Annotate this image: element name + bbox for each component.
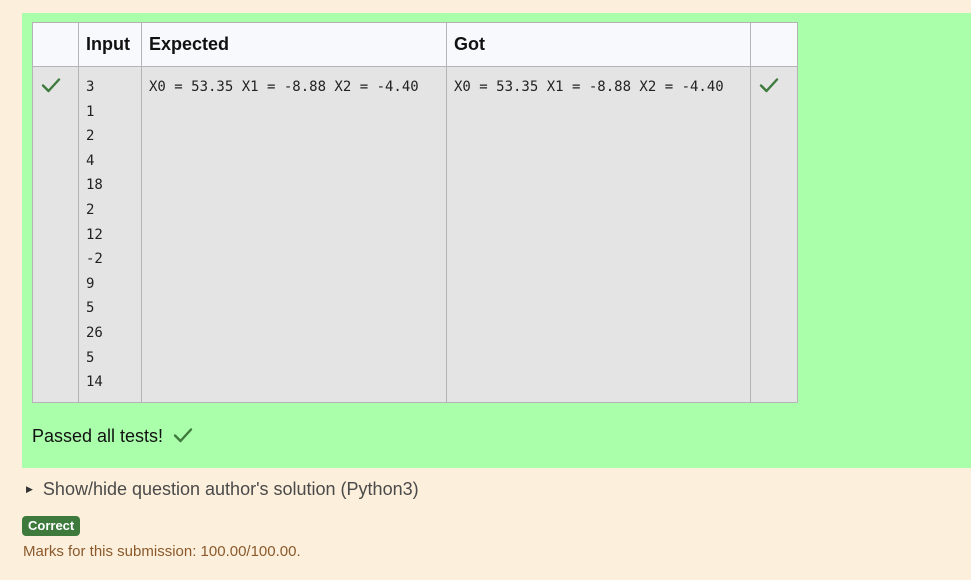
input-lines: 3 1 2 4 18 2 12 -2 9 5 26 5 14 — [79, 67, 141, 399]
input-line: 2 — [86, 201, 95, 218]
input-line: 14 — [86, 374, 103, 391]
input-line: 9 — [86, 275, 95, 292]
input-line: 3 — [86, 79, 95, 95]
input-line: 4 — [86, 152, 95, 169]
input-line: 12 — [86, 226, 103, 243]
header-expected: Expected — [141, 22, 447, 67]
table-row: 3 1 2 4 18 2 12 -2 9 5 26 5 14 X0 = 53.35 X1 = -8.88… — [32, 66, 798, 403]
triangle-right-icon: ▶ — [26, 484, 33, 494]
input-line: 18 — [86, 177, 103, 194]
header-status-2 — [750, 22, 798, 67]
input-line: 2 — [86, 128, 95, 145]
input-line: 5 — [86, 349, 95, 366]
header-status — [32, 22, 79, 67]
solution-toggle[interactable]: ▶ Show/hide question author's solution (… — [26, 479, 419, 500]
check-icon — [173, 427, 193, 448]
tests-summary: Passed all tests! — [32, 425, 193, 448]
got-cell: X0 = 53.35 X1 = -8.88 X2 = -4.40 — [446, 66, 751, 403]
input-line: 5 — [86, 300, 95, 317]
results-header-row: Input Expected Got — [32, 22, 798, 67]
row-status-cell — [32, 66, 79, 403]
expected-output: X0 = 53.35 X1 = -8.88 X2 = -4.40 — [149, 79, 419, 95]
header-got: Got — [446, 22, 751, 67]
input-line: -2 — [86, 251, 103, 268]
summary-text: Passed all tests! — [32, 426, 164, 446]
expected-cell: X0 = 53.35 X1 = -8.88 X2 = -4.40 — [141, 66, 447, 403]
row-status-cell-2 — [750, 66, 798, 403]
header-input: Input — [78, 22, 142, 67]
status-badge: Correct — [22, 516, 81, 536]
check-icon — [751, 67, 797, 97]
input-cell: 3 1 2 4 18 2 12 -2 9 5 26 5 14 — [78, 66, 142, 403]
results-table: Input Expected Got 3 1 2 4 18 2 12 -2 9 5 26 5 14 X0… — [32, 22, 798, 403]
got-output: X0 = 53.35 X1 = -8.88 X2 = -4.40 — [454, 79, 724, 95]
test-results-panel: Input Expected Got 3 1 2 4 18 2 12 -2 9 5 26 5 14 X0… — [22, 13, 971, 468]
input-line: 26 — [86, 324, 103, 341]
check-icon — [33, 67, 78, 97]
input-line: 1 — [86, 103, 95, 120]
solution-toggle-label: Show/hide question author's solution (Py… — [42, 479, 419, 499]
marks-text: Marks for this submission: 100.00/100.00… — [23, 543, 301, 560]
